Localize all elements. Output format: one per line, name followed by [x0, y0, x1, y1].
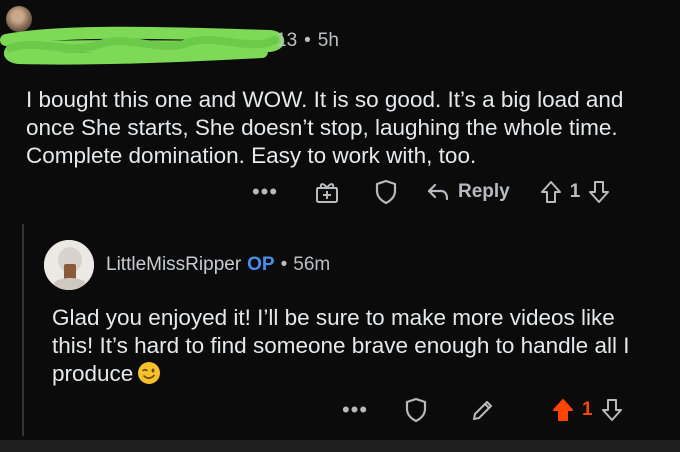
downvote-button[interactable] [588, 180, 610, 204]
meta-suffix: 13 [276, 30, 298, 51]
meta-separator: • [304, 30, 311, 51]
upvote-filled-icon [553, 399, 573, 421]
reply-vote-score: 1 [582, 399, 593, 420]
more-options-button[interactable]: ••• [250, 181, 280, 203]
comment-time: 5h [317, 30, 339, 51]
thread-line[interactable] [22, 224, 24, 436]
moderation-shield-button[interactable] [374, 179, 398, 205]
upvote-button[interactable] [540, 180, 562, 204]
vote-score: 1 [569, 181, 581, 202]
comment-body: I bought this one and WOW. It is so good… [26, 87, 624, 168]
reply-moderation-shield-button[interactable] [404, 397, 428, 423]
edit-button[interactable] [470, 397, 496, 423]
reply-meta: LittleMissRipper OP • 56m [106, 254, 330, 276]
reply-time: 56m [293, 254, 331, 275]
pencil-icon [473, 401, 492, 420]
avatar-figure-icon [44, 240, 94, 290]
reply-button[interactable]: Reply [426, 181, 510, 203]
upvote-arrow-icon [540, 181, 561, 203]
shield-icon [375, 179, 397, 205]
comment-thread-screen: 13 • 5h I bought this one and WOW. It is s… [0, 0, 680, 452]
reply-meta-separator: • [280, 254, 288, 275]
op-badge: OP [247, 254, 275, 275]
reply-upvote-button[interactable] [552, 398, 574, 422]
gift-award-icon [316, 183, 338, 203]
username-redaction-scribble [0, 26, 285, 65]
reply-actions-bar: ••• 1 [340, 393, 650, 427]
downvote-arrow-icon [601, 399, 622, 421]
reply-username[interactable]: LittleMissRipper [106, 254, 241, 275]
reply-button-label: Reply [458, 181, 510, 202]
downvote-arrow-icon [589, 181, 610, 203]
bottom-strip [0, 440, 680, 452]
comment-meta: 13 • 5h [276, 30, 339, 52]
reply-avatar[interactable] [44, 240, 94, 290]
reply-more-options-button[interactable]: ••• [340, 399, 370, 421]
reply-body-container: Glad you enjoyed it! I’ll be sure to mak… [52, 304, 662, 388]
winking-face-emoji-icon [138, 362, 161, 384]
reply-downvote-button[interactable] [601, 398, 623, 422]
award-button[interactable] [314, 179, 340, 205]
comment-actions-bar: ••• Reply 1 [250, 175, 650, 209]
shield-icon [405, 397, 427, 423]
reply-arrow-icon [427, 183, 449, 201]
